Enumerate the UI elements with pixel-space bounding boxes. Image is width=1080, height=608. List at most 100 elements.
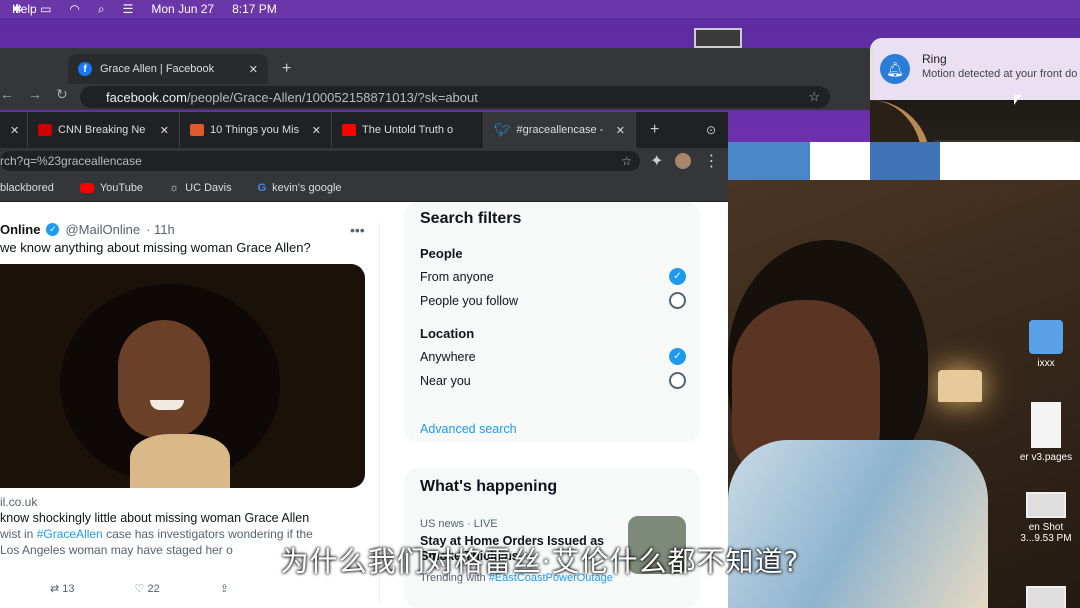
- filter-near-you[interactable]: Near you: [420, 372, 686, 389]
- star-icon[interactable]: ☆: [808, 89, 820, 105]
- close-icon[interactable]: ✕: [10, 124, 19, 137]
- ring-message: Motion detected at your front do: [922, 68, 1078, 80]
- verified-icon: ✓: [46, 223, 60, 236]
- desktop-folder[interactable]: ixxx: [1012, 320, 1080, 369]
- new-tab-icon[interactable]: +: [282, 60, 291, 78]
- facebook-icon: f: [78, 62, 92, 76]
- menu-bar: Help ✱ ▭ ◠ ⌕ ☰ Mon Jun 27 8:17 PM: [0, 0, 1080, 18]
- share-button[interactable]: ⇪: [220, 582, 229, 595]
- advanced-search-link[interactable]: Advanced search: [420, 422, 517, 436]
- desktop-screenshot[interactable]: en Shot 3...9.53 PM: [1012, 492, 1080, 544]
- uc-davis-icon: ☼: [169, 181, 180, 194]
- bookmark-blackbored[interactable]: blackbored: [0, 182, 54, 194]
- tab-untold-truth[interactable]: The Untold Truth o: [332, 112, 484, 148]
- people-heading: People: [420, 246, 463, 261]
- bookmark-kevins-google[interactable]: Gkevin's google: [258, 182, 342, 194]
- star-icon[interactable]: ☆: [621, 154, 632, 168]
- lamp: [938, 370, 982, 402]
- control-center-icon[interactable]: ☰: [123, 2, 134, 16]
- folder-icon: [1029, 320, 1063, 354]
- close-icon[interactable]: ✕: [616, 124, 625, 137]
- more-icon[interactable]: •••: [350, 222, 365, 238]
- avatar[interactable]: [675, 153, 692, 169]
- twitter-icon: 🐦︎: [494, 122, 511, 137]
- search-icon[interactable]: ⌕: [98, 2, 105, 17]
- youtube-icon: [342, 124, 356, 136]
- address-bar[interactable]: facebook.com /people/Grace-Allen/1000521…: [80, 86, 830, 108]
- forward-icon[interactable]: →: [28, 86, 42, 103]
- filter-anywhere[interactable]: Anywhere ✓: [420, 348, 686, 365]
- desktop-screenshot-2[interactable]: [1012, 586, 1080, 608]
- tweet-time[interactable]: · 11h: [146, 222, 175, 237]
- retweet-button[interactable]: ⇄ 13: [50, 582, 75, 595]
- menu-time[interactable]: 8:17 PM: [232, 2, 277, 16]
- google-icon: G: [257, 181, 267, 194]
- share-icon: ⇪: [219, 583, 229, 595]
- tab-facebook-label: Grace Allen | Facebook: [100, 63, 215, 75]
- whats-happening-panel: What's happening US news · LIVE Stay at …: [404, 468, 700, 608]
- bookmarks-bar: blackbored YouTube ☼ UC Davis Gkevin's go…: [0, 174, 728, 202]
- facebook-browser-window: f Grace Allen | Facebook ✕ + ← → ↻ faceb…: [0, 48, 875, 110]
- happening-title: What's happening: [420, 478, 558, 495]
- document-icon: [1031, 402, 1061, 448]
- bluetooth-icon[interactable]: ✱: [12, 2, 22, 16]
- video-subtitle: 为什么我们对格雷丝·艾伦什么都不知道?: [280, 545, 800, 578]
- menu-icon[interactable]: ⋮: [703, 151, 719, 171]
- close-icon[interactable]: ✕: [160, 124, 169, 137]
- search-filters-panel: Search filters People From anyone ✓ Peopl…: [404, 202, 700, 442]
- reload-icon[interactable]: ↻: [56, 86, 68, 103]
- tweet-text: we know anything about missing woman Gra…: [0, 240, 311, 255]
- screenshot-icon: [1026, 586, 1066, 608]
- card-title: know shockingly little about missing wom…: [0, 511, 310, 525]
- nav-buttons: ← → ↻: [0, 86, 68, 103]
- close-icon[interactable]: ✕: [249, 63, 258, 76]
- bookmark-uc-davis[interactable]: ☼ UC Davis: [169, 182, 232, 194]
- filters-title: Search filters: [420, 210, 522, 227]
- battery-icon[interactable]: ▭: [40, 2, 51, 16]
- radio-button[interactable]: [669, 372, 686, 389]
- desktop-pages-file[interactable]: er v3.pages: [1012, 402, 1080, 463]
- filter-people-you-follow[interactable]: People you follow: [420, 292, 686, 309]
- tweet-handle[interactable]: @MailOnline: [65, 222, 140, 237]
- wifi-icon[interactable]: ◠: [69, 2, 79, 16]
- filter-from-anyone[interactable]: From anyone ✓: [420, 268, 686, 285]
- bell-icon: 🔔︎: [880, 54, 910, 84]
- checkmark-icon[interactable]: ✓: [669, 348, 686, 365]
- heart-icon: ♡: [134, 583, 145, 595]
- radio-button[interactable]: [669, 292, 686, 309]
- article-icon: [190, 124, 204, 136]
- tweet-actions: ⇄ 13 ♡ 22 ⇪: [50, 582, 229, 595]
- checkmark-icon[interactable]: ✓: [669, 268, 686, 285]
- address-bar[interactable]: rch?q=%23graceallencase ☆: [0, 151, 640, 171]
- tab-strip: ✕ CNN Breaking Ne ✕ 10 Things you Mis ✕ …: [0, 112, 728, 148]
- tab-cnn[interactable]: CNN Breaking Ne ✕: [28, 112, 180, 148]
- tab-twitter[interactable]: 🐦︎ #graceallencase - ✕: [484, 112, 636, 148]
- url-path: /people/Grace-Allen/100052158871013/?sk=…: [186, 89, 478, 105]
- tab-facebook[interactable]: f Grace Allen | Facebook ✕: [68, 54, 268, 84]
- ring-notification[interactable]: 🔔︎ Ring Motion detected at your front do: [870, 38, 1080, 100]
- tab-10-things[interactable]: 10 Things you Mis ✕: [180, 112, 332, 148]
- close-icon[interactable]: ✕: [312, 124, 321, 137]
- new-tab-icon[interactable]: +: [650, 121, 659, 139]
- person-shirt: [728, 440, 988, 608]
- url-host: facebook.com: [106, 89, 187, 105]
- card-domain: il.co.uk: [0, 495, 38, 509]
- ring-title: Ring: [922, 52, 947, 66]
- bookmark-youtube[interactable]: YouTube: [79, 182, 143, 194]
- location-heading: Location: [420, 326, 475, 341]
- url-text: rch?q=%23graceallencase: [0, 154, 142, 168]
- extensions-icon[interactable]: ✦: [650, 151, 663, 171]
- tweet-author[interactable]: Online: [0, 222, 40, 237]
- back-icon[interactable]: ←: [0, 86, 14, 103]
- menu-date[interactable]: Mon Jun 27: [151, 2, 214, 16]
- screenshot-icon: [1026, 492, 1066, 518]
- tweet-image[interactable]: [0, 264, 365, 488]
- like-button[interactable]: ♡ 22: [135, 582, 160, 595]
- youtube-icon: [79, 182, 94, 193]
- tab-search-icon[interactable]: ⊙: [706, 123, 716, 137]
- retweet-icon: ⇄: [50, 583, 60, 595]
- trend-meta: US news · LIVE: [420, 518, 498, 530]
- underlying-window-strip: [728, 142, 1080, 180]
- tab-partial[interactable]: ✕: [0, 112, 28, 148]
- desktop-image-thumbnail[interactable]: [694, 28, 742, 48]
